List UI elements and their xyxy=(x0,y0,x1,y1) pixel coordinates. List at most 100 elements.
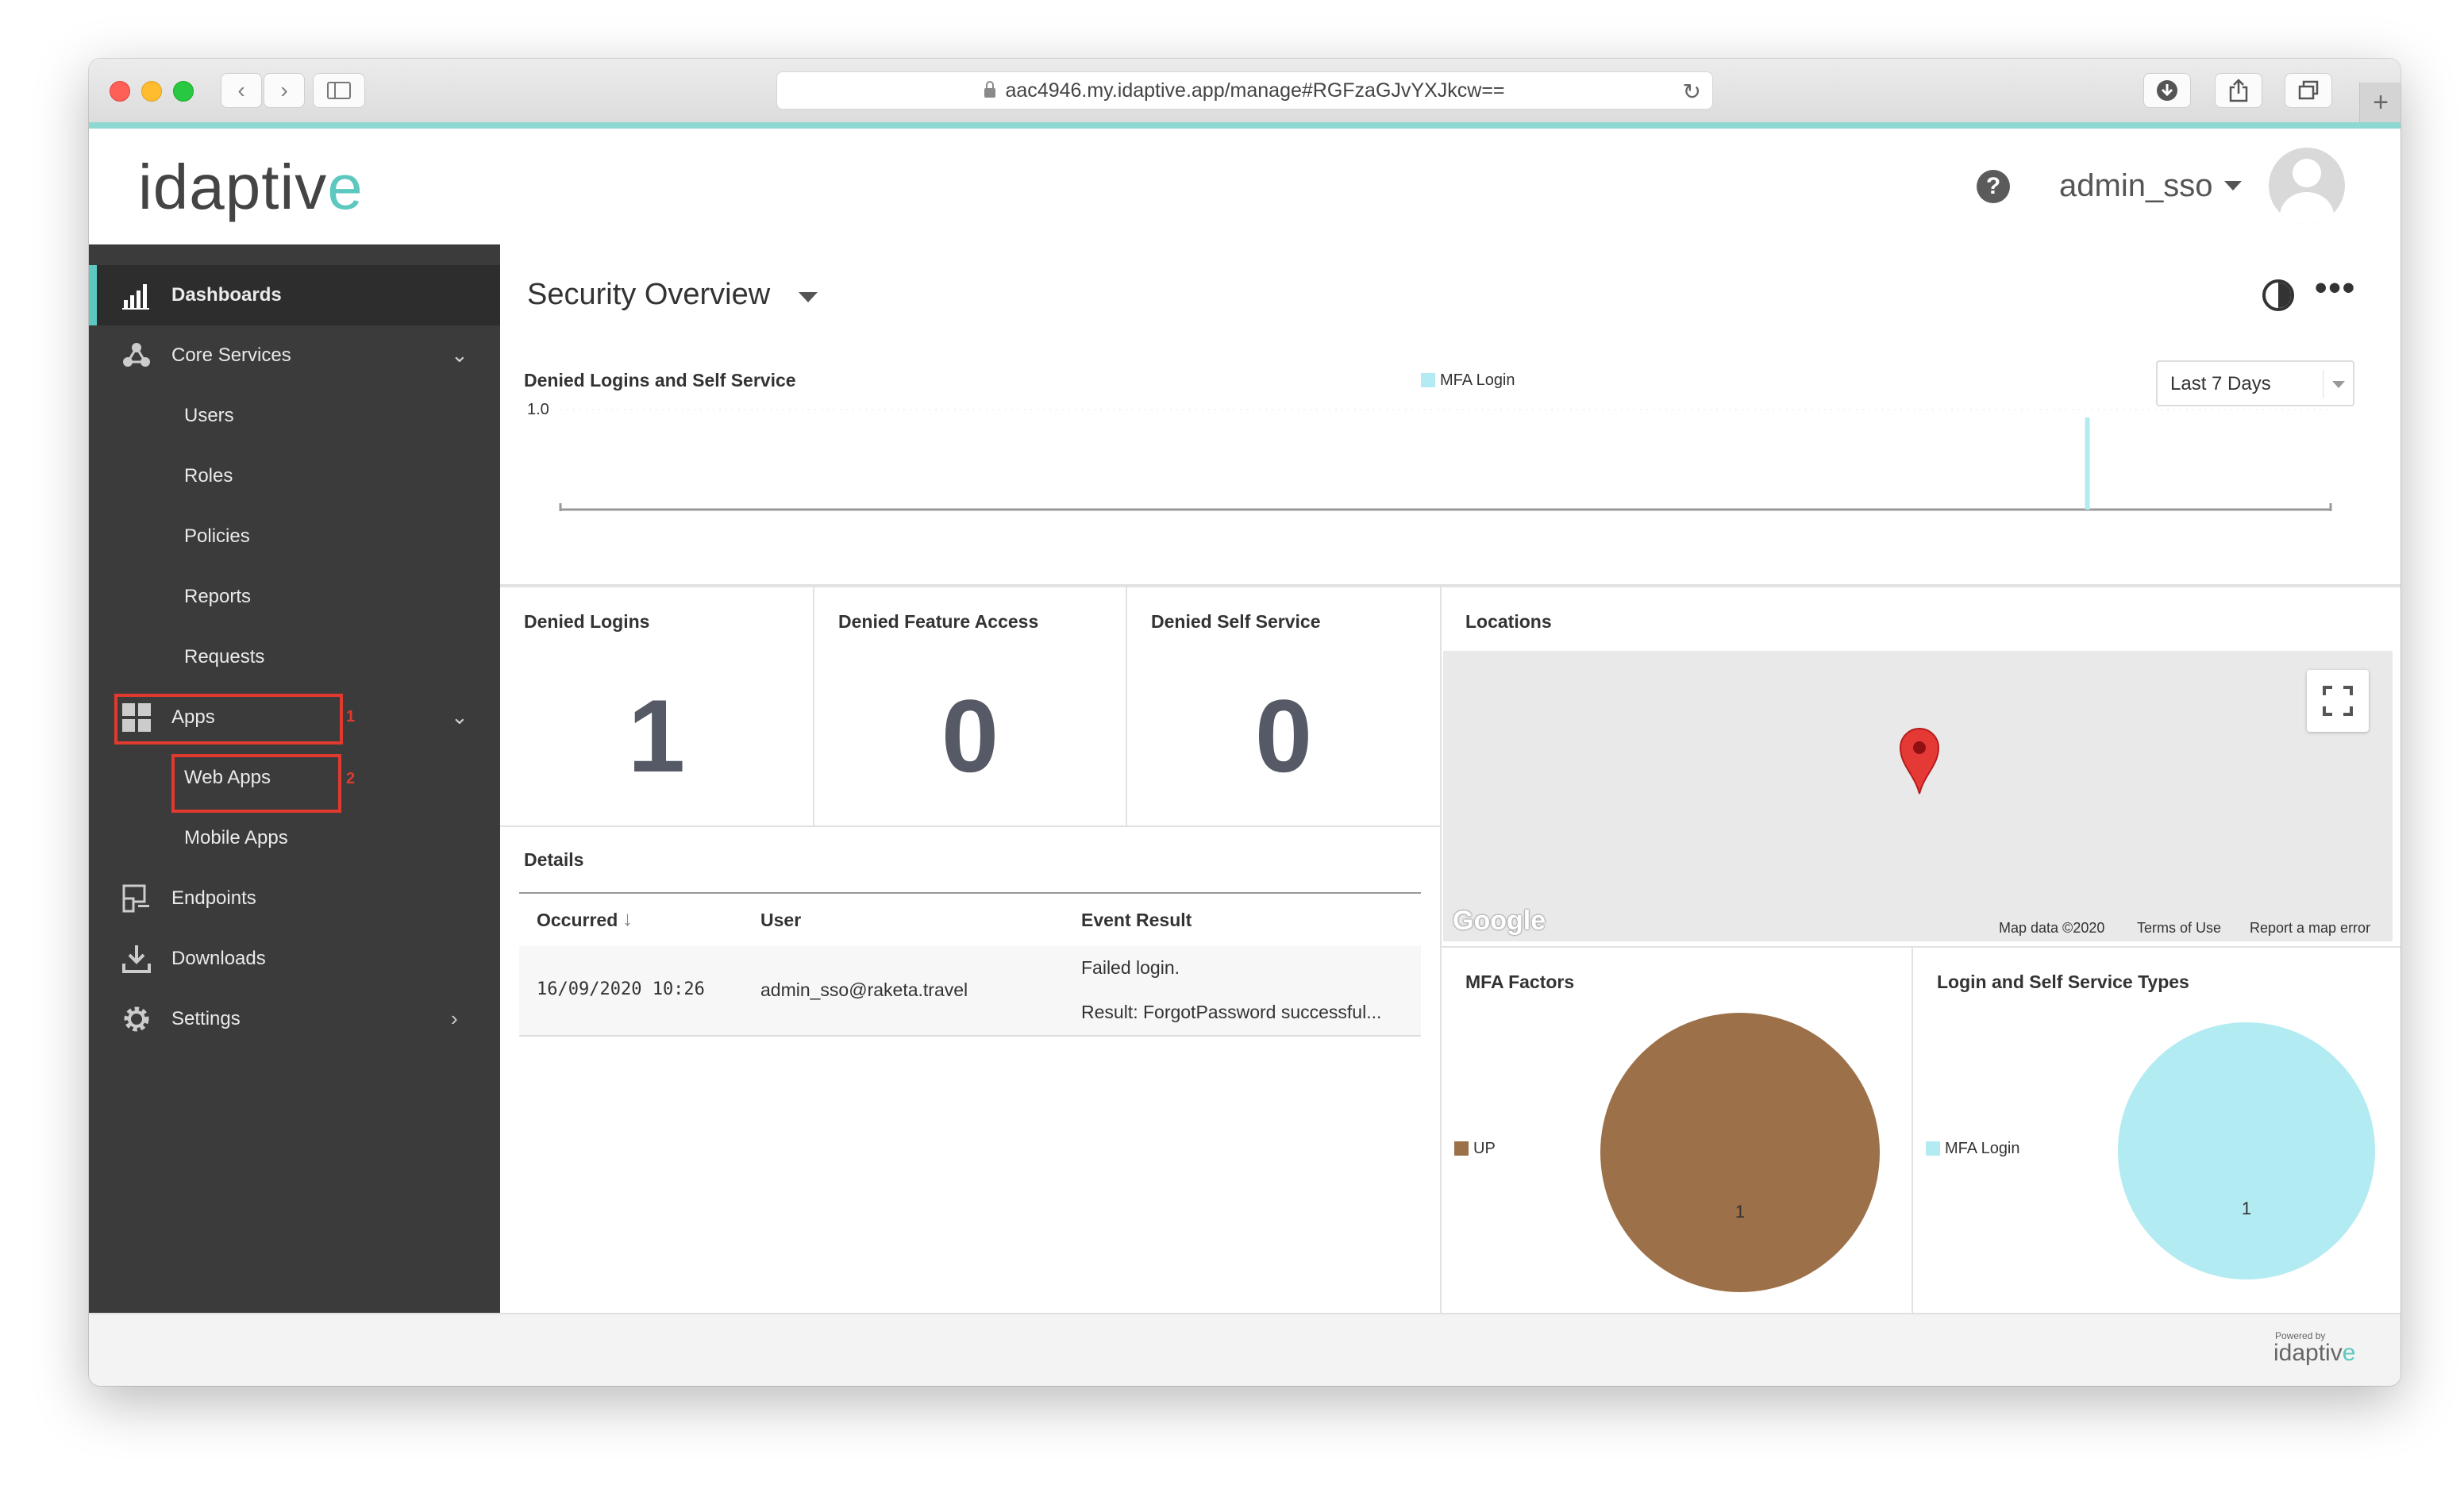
legend-label: MFA Login xyxy=(1440,371,1515,389)
denied-bar-chart: 1.0Sep 10 2020Sep 11 2020Sep 12 2020Sep … xyxy=(527,401,2332,511)
column-header-event-result[interactable]: Event Result xyxy=(1081,910,1192,931)
report-map-error-link[interactable]: Report a map error xyxy=(2250,920,2370,937)
column-header-user[interactable]: User xyxy=(760,910,801,931)
table-header: Occurred ↓ User Event Result xyxy=(519,892,1421,946)
help-icon[interactable]: ? xyxy=(1977,170,2010,203)
gear-icon xyxy=(124,1006,149,1032)
address-bar[interactable]: aac4946.my.idaptive.app/manage#RGFzaGJvY… xyxy=(776,71,1713,110)
card-title: Denied Self Service xyxy=(1151,611,1321,632)
denied-chart-panel: Denied Logins and Self Service MFA Login… xyxy=(500,346,2400,586)
back-button[interactable]: ‹ xyxy=(221,73,262,108)
sidebar-item-label: Endpoints xyxy=(171,887,256,909)
bar-chart-icon xyxy=(122,284,149,310)
sidebar-item-label: Dashboards xyxy=(171,284,282,306)
map-pin-icon[interactable] xyxy=(1899,727,1940,795)
chevron-right-icon: › xyxy=(280,78,288,102)
avatar[interactable] xyxy=(2269,148,2345,224)
chart-bar[interactable] xyxy=(2085,417,2090,510)
sidebar-item-label: Requests xyxy=(184,646,265,668)
terms-of-use-link[interactable]: Terms of Use xyxy=(2137,920,2221,937)
sidebar-item-dashboards[interactable]: Dashboards xyxy=(89,265,500,325)
chevron-down-icon[interactable] xyxy=(799,292,818,302)
chart-title: Denied Logins and Self Service xyxy=(524,370,796,391)
sidebar-item-downloads[interactable]: Downloads xyxy=(89,929,500,989)
lock-icon xyxy=(984,81,996,98)
contrast-icon[interactable] xyxy=(2262,279,2294,311)
legend-label: MFA Login xyxy=(1945,1140,2020,1157)
sidebar-item-core-services[interactable]: Core Services ⌄ xyxy=(89,325,500,386)
card-title: Denied Feature Access xyxy=(838,611,1039,632)
legend-swatch xyxy=(1454,1141,1469,1156)
denied-logins-card: Denied Logins 1 xyxy=(500,586,814,827)
denied-self-service-count: 0 xyxy=(1254,678,1313,794)
legend-swatch xyxy=(1421,373,1435,387)
app-header: idaptive ? admin_sso xyxy=(89,129,2400,246)
table-row[interactable]: 16/09/2020 10:26 admin_sso@raketa.travel… xyxy=(519,946,1421,1037)
column-header-occurred[interactable]: Occurred xyxy=(537,910,618,931)
share-icon xyxy=(2229,79,2248,102)
minimize-window-button[interactable] xyxy=(141,81,162,102)
forward-button[interactable]: › xyxy=(264,73,305,108)
browser-window: ‹ › aac4946.my.idaptive.app/manage#RGFza… xyxy=(89,59,2400,1386)
sidebar-item-mobile-apps[interactable]: Mobile Apps xyxy=(89,808,500,868)
pie-slice-label: 1 xyxy=(1735,1202,1745,1222)
sidebar-item-label: Mobile Apps xyxy=(184,827,288,848)
tabs-overview-button[interactable] xyxy=(2285,73,2332,108)
fullscreen-button[interactable] xyxy=(2307,670,2369,732)
zoom-window-button[interactable] xyxy=(173,81,194,102)
download-icon xyxy=(122,945,151,973)
footer: Powered by idaptive xyxy=(89,1313,2400,1386)
pie-slice-mfa-login[interactable] xyxy=(2118,1022,2375,1279)
close-window-button[interactable] xyxy=(110,81,130,102)
mfa-factors-pie: 1 xyxy=(1600,1013,1880,1292)
sort-down-icon[interactable]: ↓ xyxy=(622,906,633,931)
locations-panel: Locations Google Map data ©2020 Terms of… xyxy=(1440,586,2400,948)
pie-slice-label: 1 xyxy=(2242,1199,2251,1218)
sidebar-item-reports[interactable]: Reports xyxy=(89,567,500,627)
page-header: Security Overview ••• xyxy=(500,244,2400,348)
denied-self-service-card: Denied Self Service 0 xyxy=(1126,586,1442,827)
sidebar-item-label: Users xyxy=(184,405,234,426)
locations-title: Locations xyxy=(1465,611,1552,632)
page-title[interactable]: Security Overview xyxy=(527,278,770,312)
annotation-number: 1 xyxy=(346,708,356,725)
fullscreen-icon xyxy=(2323,686,2353,716)
sidebar-item-requests[interactable]: Requests xyxy=(89,627,500,687)
chevron-down-icon[interactable]: ⌄ xyxy=(451,343,468,367)
sidebar-item-endpoints[interactable]: Endpoints xyxy=(89,868,500,929)
footer-logo[interactable]: idaptive xyxy=(2273,1340,2355,1367)
cell-result-line1: Failed login. xyxy=(1081,957,1180,978)
idaptive-logo[interactable]: idaptive xyxy=(138,151,364,224)
legend-label: UP xyxy=(1473,1140,1496,1157)
cell-occurred: 16/09/2020 10:26 xyxy=(537,979,705,999)
y-tick-label: 1.0 xyxy=(527,401,549,418)
more-options-icon[interactable]: ••• xyxy=(2315,268,2356,308)
map[interactable]: Google Map data ©2020 Terms of Use Repor… xyxy=(1443,651,2393,941)
details-panel: Details Occurred ↓ User Event Result 16/… xyxy=(500,825,1442,1313)
user-menu[interactable]: admin_sso xyxy=(2059,168,2212,204)
new-tab-button[interactable]: + xyxy=(2359,83,2400,122)
sidebar-item-policies[interactable]: Policies xyxy=(89,506,500,567)
cell-user: admin_sso@raketa.travel xyxy=(760,979,968,1000)
reload-icon[interactable]: ↻ xyxy=(1683,79,1701,105)
download-circle-icon xyxy=(2157,80,2177,101)
pie-slice-up[interactable] xyxy=(1600,1013,1880,1292)
chevron-down-icon[interactable]: ⌄ xyxy=(451,705,468,729)
google-logo[interactable]: Google xyxy=(1453,906,1546,937)
sidebar-item-label: Downloads xyxy=(171,948,266,969)
chevron-right-icon[interactable]: › xyxy=(451,1006,458,1031)
legend-swatch xyxy=(1926,1141,1940,1156)
downloads-button[interactable] xyxy=(2143,73,2191,108)
sidebar-item-settings[interactable]: Settings › xyxy=(89,989,500,1049)
sidebar-item-users[interactable]: Users xyxy=(89,386,500,446)
denied-feature-access-card: Denied Feature Access 0 xyxy=(813,586,1127,827)
sidebar-item-label: Settings xyxy=(171,1008,241,1029)
sidebar-toggle-button[interactable] xyxy=(313,73,365,108)
sidebar-item-roles[interactable]: Roles xyxy=(89,446,500,506)
share-button[interactable] xyxy=(2215,73,2262,108)
sidebar-item-label: Core Services xyxy=(171,344,291,366)
map-data-label: Map data ©2020 xyxy=(1999,920,2105,936)
annotation-number: 2 xyxy=(346,770,356,787)
chevron-down-icon[interactable] xyxy=(2224,181,2242,190)
sidebar-icon xyxy=(327,82,351,99)
